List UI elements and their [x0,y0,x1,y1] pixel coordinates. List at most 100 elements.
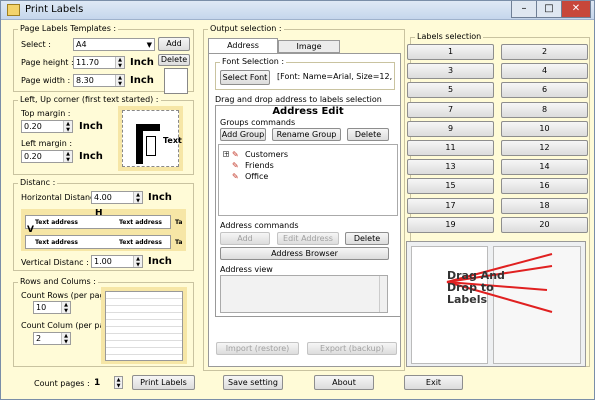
address-view-title: Address view [220,265,273,274]
label-cell-2[interactable]: 2 [501,44,588,60]
label-cell-20[interactable]: 20 [501,216,588,233]
label-cell-16[interactable]: 16 [501,178,588,195]
top-margin-label: Top margin : [21,109,71,118]
group-icon: ✎ [232,172,239,181]
group-icon: ✎ [232,161,239,170]
drag-drop-preview: Drag And Drop to Labels [406,241,586,367]
top-margin-spinner[interactable]: ▲ ▼ [63,121,72,132]
label-cell-18[interactable]: 18 [501,197,588,214]
corner-illustration-text: Text [163,136,182,145]
address-commands-title: Address commands [220,221,299,230]
template-select[interactable]: A4 ▼ [73,38,155,51]
top-margin-value: 0.20 [24,122,42,131]
page-height-field[interactable]: 11.70 ▲ ▼ [73,56,125,69]
delete-address-button[interactable]: Delete [345,232,389,245]
page-width-unit: Inch [130,75,154,86]
horizontal-distance-field[interactable]: 4.00 ▲ ▼ [91,191,143,204]
close-button[interactable]: ✕ [561,1,591,18]
address-edit-title: Address Edit [272,106,344,117]
count-columns-spinner[interactable]: ▲ ▼ [61,333,70,344]
add-address-button[interactable]: Add [220,232,270,245]
left-margin-label: Left margin : [21,139,73,148]
count-pages-label: Count pages : [34,379,90,388]
left-margin-value: 0.20 [24,152,42,161]
group-icon: ✎ [232,150,239,159]
labels-selection-title: Labels selection [415,32,484,41]
delete-group-button[interactable]: Delete [347,128,389,141]
label-cell-8[interactable]: 8 [501,101,588,118]
top-margin-unit: Inch [79,121,103,132]
illus-v: V [27,225,34,235]
vertical-distance-label: Vertical Distanc : [21,258,89,267]
tree-item-customers[interactable]: Customers [245,150,288,159]
expand-icon[interactable]: + [223,151,229,158]
label-cell-3[interactable]: 3 [407,63,494,80]
label-cell-15[interactable]: 15 [407,178,494,195]
horizontal-distance-unit: Inch [148,192,172,203]
exit-button[interactable]: Exit [404,375,463,390]
label-cell-9[interactable]: 9 [407,120,494,137]
count-rows-field[interactable]: 10 ▲ ▼ [33,301,71,314]
tab-address-selection[interactable]: Address Selection [208,38,278,64]
width-spinner[interactable]: ▲ ▼ [115,75,124,86]
rows-columns-illustration [101,287,187,364]
rename-group-button[interactable]: Rename Group [272,128,341,141]
label-cell-14[interactable]: 14 [501,159,588,176]
distance-title: Distanc : [18,178,58,187]
count-rows-spinner[interactable]: ▲ ▼ [61,302,70,313]
label-cell-11[interactable]: 11 [407,140,494,156]
address-tree[interactable]: + ✎ Customers ✎ Friends ✎ Office [218,144,398,216]
label-cell-4[interactable]: 4 [501,63,588,80]
label-cell-12[interactable]: 12 [501,140,588,156]
count-pages-spinner[interactable]: ▲ ▼ [114,376,123,389]
label-cell-17[interactable]: 17 [407,197,494,214]
maximize-button[interactable]: □ [536,1,562,18]
window-title: Print Labels [25,4,84,15]
address-view-textarea[interactable] [220,275,388,313]
page-width-field[interactable]: 8.30 ▲ ▼ [73,74,125,87]
vertical-distance-spinner[interactable]: ▲ ▼ [133,256,142,267]
add-template-button[interactable]: Add [158,37,190,51]
add-group-button[interactable]: Add Group [220,128,266,141]
horizontal-distance-spinner[interactable]: ▲ ▼ [133,192,142,203]
output-selection-title: Output selection : [208,24,284,33]
delete-template-button[interactable]: Delete [158,54,190,66]
label-cell-1[interactable]: 1 [407,44,494,60]
tree-item-friends[interactable]: Friends [245,161,274,170]
drag-instruction: Drag and drop address to labels selectio… [215,95,382,104]
minimize-button[interactable]: – [511,1,537,18]
vertical-distance-field[interactable]: 1.00 ▲ ▼ [91,255,143,268]
label-cell-10[interactable]: 10 [501,120,588,137]
tab-image-selection[interactable]: Image Selection [278,40,340,63]
about-button[interactable]: About [314,375,374,390]
export-button[interactable]: Export (backup) [307,342,397,355]
height-spinner[interactable]: ▲ ▼ [115,57,124,68]
tree-item-office[interactable]: Office [245,172,268,181]
address-browser-button[interactable]: Address Browser [220,247,389,260]
horizontal-distance-value: 4.00 [94,193,112,202]
label-cell-5[interactable]: 5 [407,82,494,99]
label-cell-13[interactable]: 13 [407,159,494,176]
page-width-label: Page width : [21,76,71,85]
print-labels-button[interactable]: Print Labels [132,375,195,390]
edit-address-button[interactable]: Edit Address [277,232,339,245]
label-cell-7[interactable]: 7 [407,101,494,118]
count-columns-field[interactable]: 2 ▲ ▼ [33,332,71,345]
select-font-button[interactable]: Select Font [220,70,270,85]
page-height-value: 11.70 [76,58,99,67]
font-value: [Font: Name=Arial, Size=12, [277,72,393,81]
page-preview-icon [164,68,188,94]
left-margin-spinner[interactable]: ▲ ▼ [63,151,72,162]
left-margin-unit: Inch [79,151,103,162]
select-label: Select : [21,40,51,49]
save-setting-button[interactable]: Save setting [223,375,283,390]
illus-text-address-3: Text address [119,219,163,226]
corner-illustration: Text [118,106,183,171]
address-view-scrollbar[interactable] [379,276,387,312]
label-cell-6[interactable]: 6 [501,82,588,99]
import-button[interactable]: Import (restore) [216,342,299,355]
left-margin-field[interactable]: 0.20 ▲ ▼ [21,150,73,163]
label-cell-19[interactable]: 19 [407,216,494,233]
top-margin-field[interactable]: 0.20 ▲ ▼ [21,120,73,133]
template-select-value: A4 [76,40,87,49]
